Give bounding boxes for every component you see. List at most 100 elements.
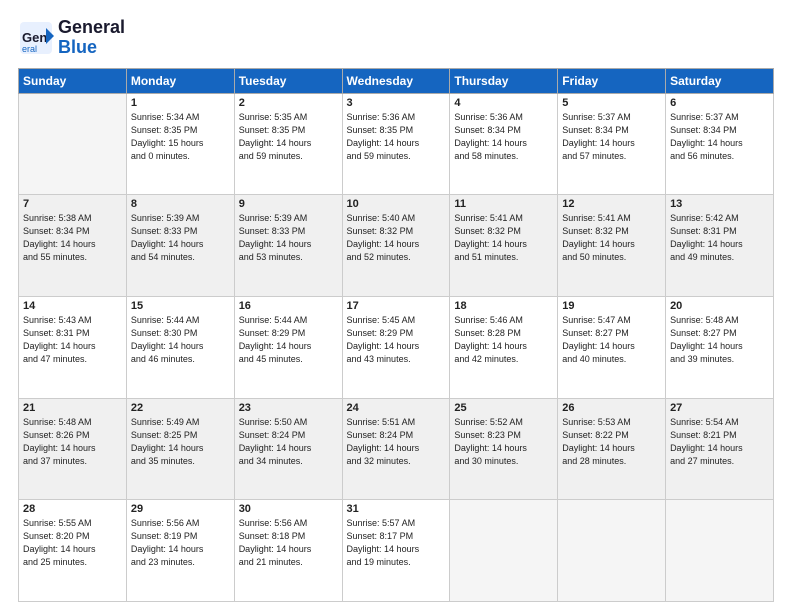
day-number: 29 <box>131 503 230 515</box>
day-number: 13 <box>670 198 769 210</box>
cell-info: Sunrise: 5:36 AM Sunset: 8:34 PM Dayligh… <box>454 111 553 163</box>
weekday-header-friday: Friday <box>558 68 666 93</box>
day-number: 12 <box>562 198 661 210</box>
calendar-cell: 9 Sunrise: 5:39 AM Sunset: 8:33 PM Daylig… <box>234 195 342 297</box>
cell-info: Sunrise: 5:34 AM Sunset: 8:35 PM Dayligh… <box>131 111 230 163</box>
day-number: 20 <box>670 300 769 312</box>
calendar-cell <box>19 93 127 195</box>
cell-info: Sunrise: 5:39 AM Sunset: 8:33 PM Dayligh… <box>131 212 230 264</box>
weekday-header-row: SundayMondayTuesdayWednesdayThursdayFrid… <box>19 68 774 93</box>
calendar-cell: 21 Sunrise: 5:48 AM Sunset: 8:26 PM Dayli… <box>19 398 127 500</box>
cell-info: Sunrise: 5:52 AM Sunset: 8:23 PM Dayligh… <box>454 416 553 468</box>
weekday-header-saturday: Saturday <box>666 68 774 93</box>
logo: Gen eral General Blue <box>18 18 125 58</box>
weekday-header-tuesday: Tuesday <box>234 68 342 93</box>
cell-info: Sunrise: 5:53 AM Sunset: 8:22 PM Dayligh… <box>562 416 661 468</box>
calendar-cell: 24 Sunrise: 5:51 AM Sunset: 8:24 PM Dayli… <box>342 398 450 500</box>
week-row-4: 21 Sunrise: 5:48 AM Sunset: 8:26 PM Dayli… <box>19 398 774 500</box>
cell-info: Sunrise: 5:37 AM Sunset: 8:34 PM Dayligh… <box>562 111 661 163</box>
logo-text: General Blue <box>58 18 125 58</box>
calendar-cell: 25Sunrise: 5:52 AM Sunset: 8:23 PM Dayli… <box>450 398 558 500</box>
day-number: 24 <box>347 402 446 414</box>
day-number: 5 <box>562 97 661 109</box>
cell-info: Sunrise: 5:43 AM Sunset: 8:31 PM Dayligh… <box>23 314 122 366</box>
calendar-cell: 13 Sunrise: 5:42 AM Sunset: 8:31 PM Dayli… <box>666 195 774 297</box>
cell-info: Sunrise: 5:48 AM Sunset: 8:26 PM Dayligh… <box>23 416 122 468</box>
day-number: 4 <box>454 97 553 109</box>
calendar-cell: 30 Sunrise: 5:56 AM Sunset: 8:18 PM Dayli… <box>234 500 342 602</box>
day-number: 31 <box>347 503 446 515</box>
cell-info: Sunrise: 5:57 AM Sunset: 8:17 PM Dayligh… <box>347 517 446 569</box>
day-number: 10 <box>347 198 446 210</box>
day-number: 17 <box>347 300 446 312</box>
svg-text:eral: eral <box>22 44 37 54</box>
cell-info: Sunrise: 5:49 AM Sunset: 8:25 PM Dayligh… <box>131 416 230 468</box>
svg-text:Gen: Gen <box>22 30 47 45</box>
cell-info: Sunrise: 5:44 AM Sunset: 8:30 PM Dayligh… <box>131 314 230 366</box>
header: Gen eral General Blue <box>18 18 774 58</box>
weekday-header-sunday: Sunday <box>19 68 127 93</box>
week-row-2: 7Sunrise: 5:38 AM Sunset: 8:34 PM Daylig… <box>19 195 774 297</box>
week-row-5: 28 Sunrise: 5:55 AM Sunset: 8:20 PM Dayli… <box>19 500 774 602</box>
calendar-cell <box>666 500 774 602</box>
page: Gen eral General Blue SundayMondayTuesda… <box>0 0 792 612</box>
logo-icon: Gen eral <box>18 20 54 56</box>
cell-info: Sunrise: 5:44 AM Sunset: 8:29 PM Dayligh… <box>239 314 338 366</box>
calendar-cell: 27 Sunrise: 5:54 AM Sunset: 8:21 PM Dayli… <box>666 398 774 500</box>
cell-info: Sunrise: 5:56 AM Sunset: 8:18 PM Dayligh… <box>239 517 338 569</box>
cell-info: Sunrise: 5:45 AM Sunset: 8:29 PM Dayligh… <box>347 314 446 366</box>
day-number: 28 <box>23 503 122 515</box>
day-number: 14 <box>23 300 122 312</box>
cell-info: Sunrise: 5:50 AM Sunset: 8:24 PM Dayligh… <box>239 416 338 468</box>
day-number: 2 <box>239 97 338 109</box>
cell-info: Sunrise: 5:42 AM Sunset: 8:31 PM Dayligh… <box>670 212 769 264</box>
calendar-cell: 7Sunrise: 5:38 AM Sunset: 8:34 PM Daylig… <box>19 195 127 297</box>
calendar-table: SundayMondayTuesdayWednesdayThursdayFrid… <box>18 68 774 602</box>
day-number: 22 <box>131 402 230 414</box>
calendar-cell: 16Sunrise: 5:44 AM Sunset: 8:29 PM Dayli… <box>234 296 342 398</box>
calendar-cell: 20 Sunrise: 5:48 AM Sunset: 8:27 PM Dayli… <box>666 296 774 398</box>
cell-info: Sunrise: 5:54 AM Sunset: 8:21 PM Dayligh… <box>670 416 769 468</box>
calendar-cell: 4 Sunrise: 5:36 AM Sunset: 8:34 PM Daylig… <box>450 93 558 195</box>
week-row-3: 14 Sunrise: 5:43 AM Sunset: 8:31 PM Dayli… <box>19 296 774 398</box>
calendar-cell: 8Sunrise: 5:39 AM Sunset: 8:33 PM Daylig… <box>126 195 234 297</box>
day-number: 1 <box>131 97 230 109</box>
calendar-cell: 1 Sunrise: 5:34 AM Sunset: 8:35 PM Daylig… <box>126 93 234 195</box>
calendar-cell: 31 Sunrise: 5:57 AM Sunset: 8:17 PM Dayli… <box>342 500 450 602</box>
cell-info: Sunrise: 5:48 AM Sunset: 8:27 PM Dayligh… <box>670 314 769 366</box>
cell-info: Sunrise: 5:37 AM Sunset: 8:34 PM Dayligh… <box>670 111 769 163</box>
day-number: 15 <box>131 300 230 312</box>
day-number: 18 <box>454 300 553 312</box>
day-number: 21 <box>23 402 122 414</box>
cell-info: Sunrise: 5:41 AM Sunset: 8:32 PM Dayligh… <box>562 212 661 264</box>
cell-info: Sunrise: 5:56 AM Sunset: 8:19 PM Dayligh… <box>131 517 230 569</box>
day-number: 9 <box>239 198 338 210</box>
cell-info: Sunrise: 5:55 AM Sunset: 8:20 PM Dayligh… <box>23 517 122 569</box>
calendar-cell: 11 Sunrise: 5:41 AM Sunset: 8:32 PM Dayli… <box>450 195 558 297</box>
day-number: 27 <box>670 402 769 414</box>
calendar-cell: 5 Sunrise: 5:37 AM Sunset: 8:34 PM Daylig… <box>558 93 666 195</box>
weekday-header-thursday: Thursday <box>450 68 558 93</box>
day-number: 23 <box>239 402 338 414</box>
calendar-cell: 3 Sunrise: 5:36 AM Sunset: 8:35 PM Daylig… <box>342 93 450 195</box>
weekday-header-monday: Monday <box>126 68 234 93</box>
calendar-cell: 23 Sunrise: 5:50 AM Sunset: 8:24 PM Dayli… <box>234 398 342 500</box>
day-number: 19 <box>562 300 661 312</box>
calendar-cell: 10 Sunrise: 5:40 AM Sunset: 8:32 PM Dayli… <box>342 195 450 297</box>
cell-info: Sunrise: 5:40 AM Sunset: 8:32 PM Dayligh… <box>347 212 446 264</box>
cell-info: Sunrise: 5:36 AM Sunset: 8:35 PM Dayligh… <box>347 111 446 163</box>
day-number: 11 <box>454 198 553 210</box>
cell-info: Sunrise: 5:39 AM Sunset: 8:33 PM Dayligh… <box>239 212 338 264</box>
cell-info: Sunrise: 5:41 AM Sunset: 8:32 PM Dayligh… <box>454 212 553 264</box>
day-number: 3 <box>347 97 446 109</box>
calendar-cell: 18Sunrise: 5:46 AM Sunset: 8:28 PM Dayli… <box>450 296 558 398</box>
day-number: 7 <box>23 198 122 210</box>
cell-info: Sunrise: 5:35 AM Sunset: 8:35 PM Dayligh… <box>239 111 338 163</box>
day-number: 30 <box>239 503 338 515</box>
calendar-cell: 15 Sunrise: 5:44 AM Sunset: 8:30 PM Dayli… <box>126 296 234 398</box>
calendar-cell: 14 Sunrise: 5:43 AM Sunset: 8:31 PM Dayli… <box>19 296 127 398</box>
calendar-cell: 2 Sunrise: 5:35 AM Sunset: 8:35 PM Daylig… <box>234 93 342 195</box>
calendar-cell: 17 Sunrise: 5:45 AM Sunset: 8:29 PM Dayli… <box>342 296 450 398</box>
calendar-cell: 22 Sunrise: 5:49 AM Sunset: 8:25 PM Dayli… <box>126 398 234 500</box>
cell-info: Sunrise: 5:51 AM Sunset: 8:24 PM Dayligh… <box>347 416 446 468</box>
